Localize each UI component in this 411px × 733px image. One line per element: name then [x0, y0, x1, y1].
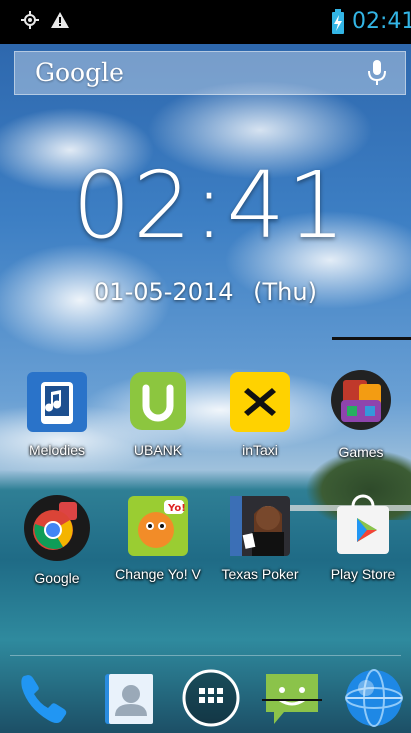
- microphone-icon[interactable]: [367, 59, 387, 87]
- app-drawer-icon[interactable]: [181, 668, 241, 728]
- status-bar[interactable]: 02:41: [0, 0, 411, 44]
- texas-poker-icon: [228, 494, 292, 558]
- widget-date: 01-05-2014: [94, 278, 234, 306]
- widget-day: (Thu): [253, 278, 317, 306]
- warning-icon: [50, 10, 70, 30]
- home-screen: 02:41 Google 02:41 01-05-2014 (Thu) Melo…: [0, 0, 411, 733]
- ubank-icon: [126, 370, 190, 434]
- google-search-bar[interactable]: Google: [14, 51, 406, 95]
- melodies-icon: [25, 370, 89, 434]
- games-icon: [329, 370, 393, 434]
- svg-text:Yo!: Yo!: [167, 503, 186, 514]
- play-store-icon: [331, 494, 395, 558]
- change-yo-icon: Yo!: [126, 494, 190, 558]
- status-clock: 02:41: [352, 9, 411, 34]
- intaxi-icon: [228, 370, 292, 434]
- phone-icon[interactable]: [14, 668, 74, 728]
- page-indicator: [332, 337, 411, 340]
- browser-icon[interactable]: [344, 668, 404, 728]
- gps-icon: [20, 10, 40, 30]
- battery-charging-icon: [332, 9, 344, 34]
- contacts-icon[interactable]: [99, 668, 159, 728]
- app-label: Play Store: [330, 566, 396, 582]
- app-label: Games: [338, 444, 384, 460]
- google-logo: Google: [35, 58, 124, 87]
- app-label: Texas Poker: [221, 566, 299, 582]
- widget-date-line: 01-05-2014 (Thu): [0, 278, 411, 306]
- widget-time: 02:41: [72, 152, 348, 259]
- messaging-icon[interactable]: [262, 668, 322, 728]
- google-folder-icon: [23, 494, 91, 562]
